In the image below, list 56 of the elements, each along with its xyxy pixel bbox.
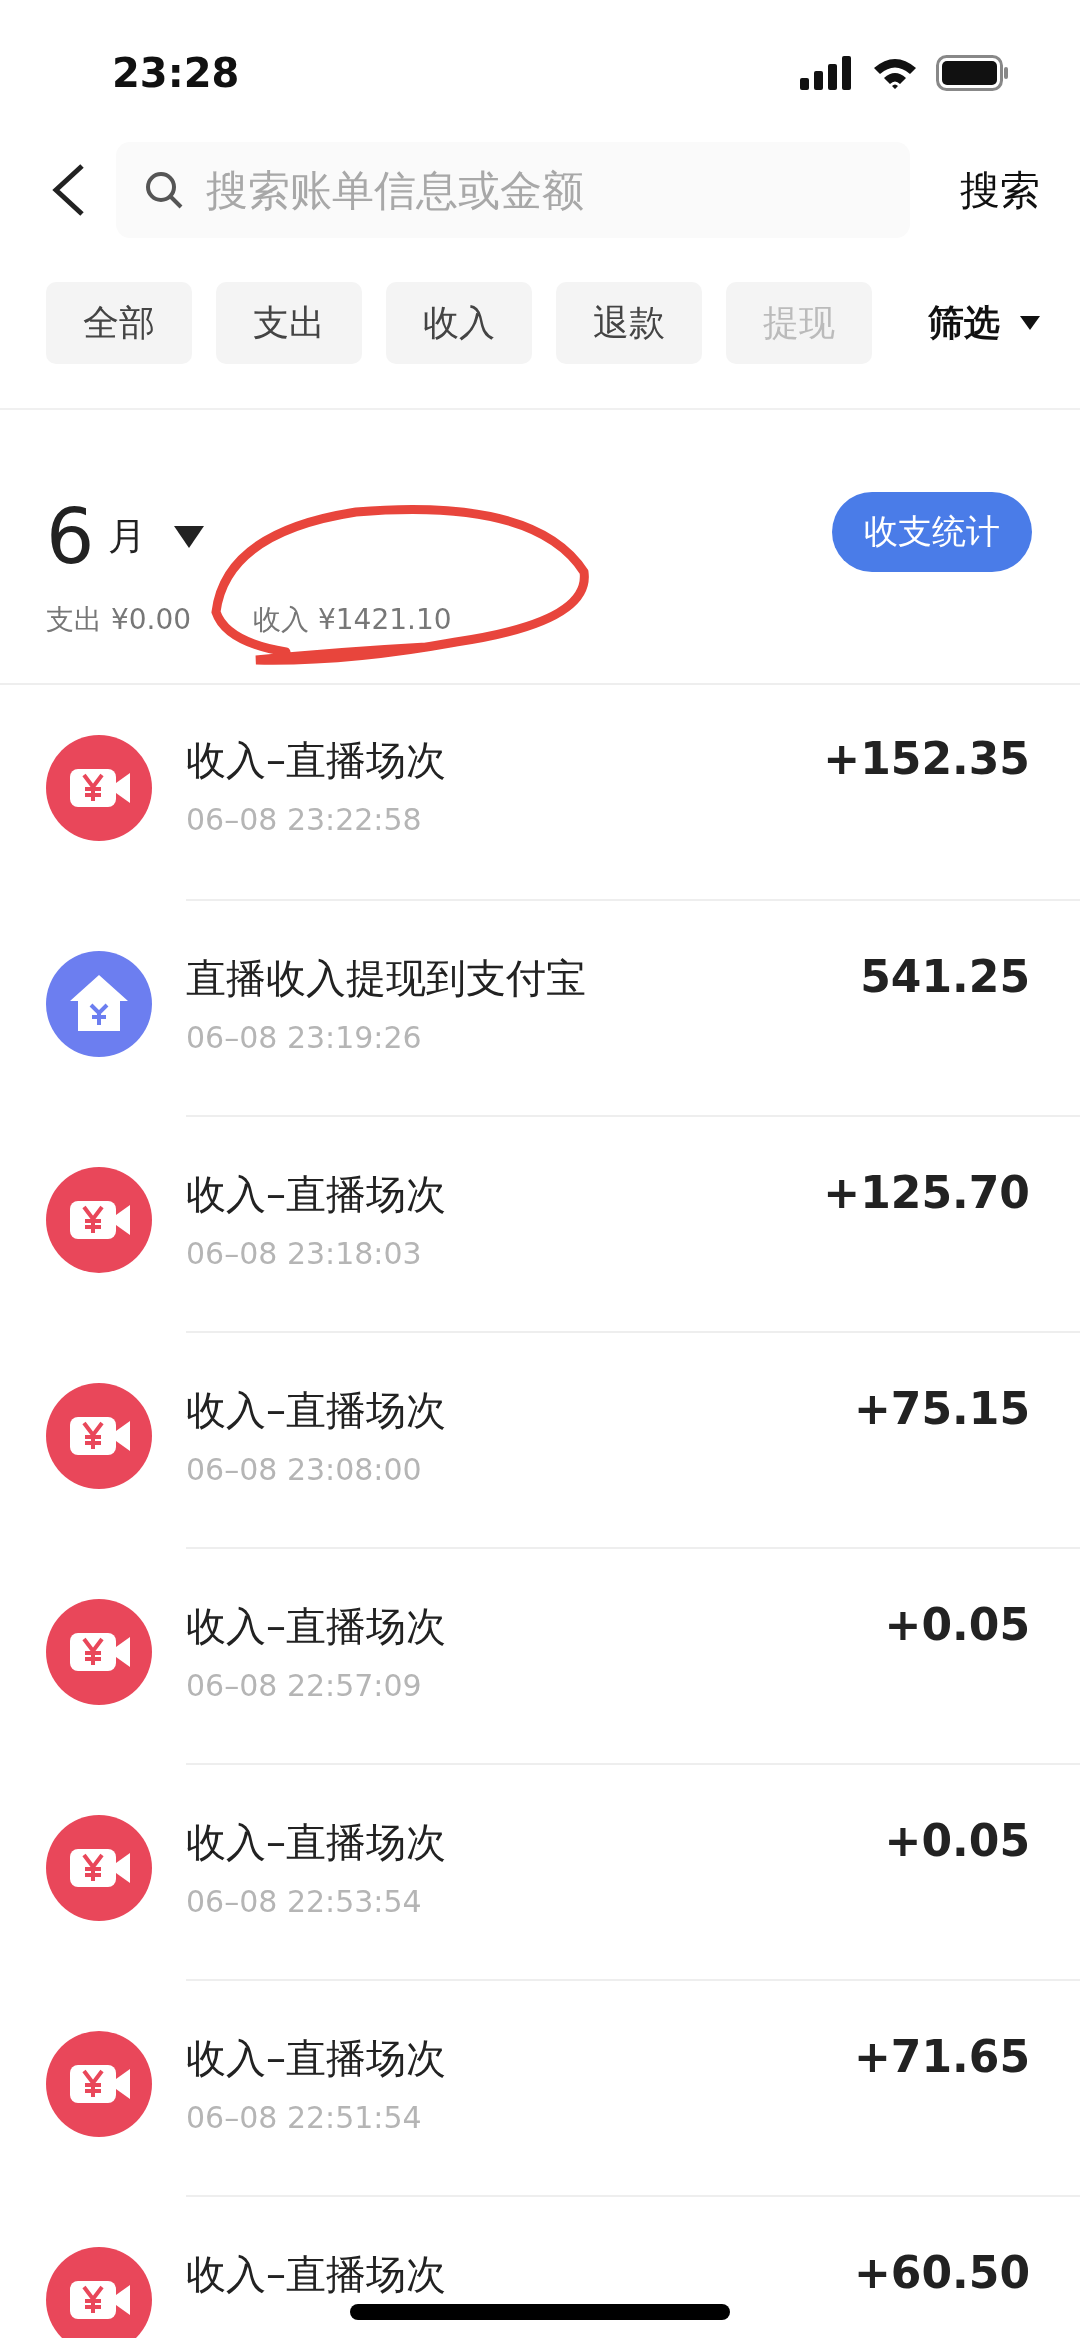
video-camera-icon bbox=[46, 1599, 152, 1705]
video-camera-icon bbox=[46, 1383, 152, 1489]
house-icon bbox=[46, 951, 152, 1057]
battery-icon bbox=[936, 54, 1010, 91]
transaction-title: 收入–直播场次 bbox=[186, 1818, 446, 1867]
search-button[interactable]: 搜索 bbox=[940, 162, 1040, 218]
month-number[interactable]: 6 bbox=[46, 492, 95, 581]
video-camera-icon bbox=[46, 2031, 152, 2137]
transaction-time: 06–08 23:22:58 bbox=[186, 802, 423, 837]
transaction-time: 06–08 22:57:09 bbox=[186, 1668, 423, 1703]
month-unit[interactable]: 月 bbox=[108, 511, 147, 562]
video-camera-icon bbox=[46, 1167, 152, 1273]
transaction-amount: +152.35 bbox=[823, 733, 1030, 786]
transaction-title: 收入–直播场次 bbox=[186, 1602, 446, 1651]
filter-chip[interactable]: 退款 bbox=[556, 282, 702, 364]
dropdown-icon[interactable] bbox=[174, 525, 205, 548]
transaction-amount: +0.05 bbox=[884, 1815, 1030, 1868]
stats-button[interactable]: 收支统计 bbox=[832, 492, 1032, 572]
transaction-amount: +60.50 bbox=[853, 2247, 1030, 2300]
filter-chip[interactable]: 支出 bbox=[216, 282, 362, 364]
signal-icon bbox=[800, 55, 854, 90]
transaction-amount: +71.65 bbox=[853, 2031, 1030, 2084]
filter-chip[interactable]: 收入 bbox=[386, 282, 532, 364]
transaction-row[interactable]: 收入–直播场次 06–08 23:22:58 +152.35 bbox=[0, 685, 1080, 901]
transaction-title: 收入–直播场次 bbox=[186, 2250, 446, 2299]
caret-icon bbox=[1020, 316, 1040, 330]
income-summary: 收入 ¥1421.10 bbox=[253, 602, 452, 638]
transaction-title: 收入–直播场次 bbox=[186, 1170, 446, 1219]
transaction-title: 收入–直播场次 bbox=[186, 1386, 446, 1435]
expense-summary: 支出 ¥0.00 bbox=[46, 602, 192, 638]
filter-chip[interactable]: 全部 bbox=[46, 282, 192, 364]
transaction-row[interactable]: 直播收入提现到支付宝 06–08 23:19:26 541.25 bbox=[0, 901, 1080, 1117]
transaction-amount: +75.15 bbox=[853, 1383, 1030, 1436]
transaction-time: 06–08 22:51:54 bbox=[186, 2100, 423, 2135]
transaction-time: 06–08 22:53:54 bbox=[186, 1884, 423, 1919]
transaction-row[interactable]: 收入–直播场次 06–08 22:57:09 +0.05 bbox=[0, 1549, 1080, 1765]
transaction-title: 收入–直播场次 bbox=[186, 2034, 446, 2083]
transaction-amount: +125.70 bbox=[823, 1167, 1030, 1220]
transaction-title: 收入–直播场次 bbox=[186, 736, 446, 785]
status-time: 23:28 bbox=[112, 49, 240, 96]
search-field[interactable]: 搜索账单信息或金额 bbox=[116, 142, 910, 238]
transaction-amount: 541.25 bbox=[860, 951, 1030, 1004]
transaction-row[interactable]: 收入–直播场次 06–08 23:18:03 +125.70 bbox=[0, 1117, 1080, 1333]
transaction-time: 06–08 23:08:00 bbox=[186, 1452, 423, 1487]
filter-menu[interactable]: 筛选 bbox=[928, 298, 1040, 348]
video-camera-icon bbox=[46, 1815, 152, 1921]
transaction-time: 06–08 23:19:26 bbox=[186, 1020, 423, 1055]
transaction-row[interactable]: 收入–直播场次 06–08 22:51:54 +71.65 bbox=[0, 1981, 1080, 2197]
transaction-time: 06–08 23:18:03 bbox=[186, 1236, 423, 1271]
search-icon bbox=[144, 170, 184, 210]
transaction-title: 直播收入提现到支付宝 bbox=[186, 954, 586, 1003]
transaction-row[interactable]: 收入–直播场次 06–08 22:53:54 +0.05 bbox=[0, 1765, 1080, 1981]
transaction-row[interactable]: 收入–直播场次 06–08 23:08:00 +75.15 bbox=[0, 1333, 1080, 1549]
back-icon[interactable] bbox=[50, 162, 86, 218]
transaction-amount: +0.05 bbox=[884, 1599, 1030, 1652]
video-camera-icon bbox=[46, 735, 152, 841]
